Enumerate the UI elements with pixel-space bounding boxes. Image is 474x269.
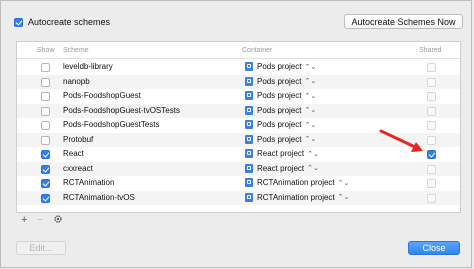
container-label: RCTAnimation project: [257, 192, 335, 202]
shared-checkbox[interactable]: [427, 92, 436, 101]
chevron-updown-icon: ⌃⌄: [304, 121, 317, 129]
scheme-name: leveldb-library: [63, 62, 113, 71]
column-header-scheme[interactable]: Scheme: [63, 47, 89, 54]
show-checkbox[interactable]: [41, 179, 50, 188]
container-label: Pods project: [257, 134, 302, 144]
project-icon: [245, 76, 253, 86]
table-row[interactable]: Pods-FoodshopGuest Pods project ⌃⌄: [17, 89, 460, 104]
scheme-name: Pods-FoodshopGuest: [63, 91, 141, 100]
project-icon: [245, 120, 253, 129]
annotation-arrow-icon: [379, 129, 423, 152]
table-row[interactable]: RCTAnimation RCTAnimation project ⌃⌄: [17, 176, 460, 191]
show-checkbox[interactable]: [41, 106, 50, 116]
chevron-updown-icon: ⌃⌄: [307, 165, 319, 172]
column-header-container[interactable]: Container: [242, 47, 272, 54]
scheme-name: React: [63, 149, 84, 158]
shared-checkbox[interactable]: [427, 193, 436, 203]
container-label: Pods project: [257, 76, 302, 86]
project-icon: [245, 163, 253, 173]
show-checkbox[interactable]: [41, 164, 50, 174]
shared-checkbox[interactable]: [427, 179, 436, 188]
chevron-updown-icon: ⌃⌄: [337, 194, 350, 201]
shared-checkbox[interactable]: [427, 106, 436, 116]
container-popup[interactable]: Pods project ⌃⌄: [245, 120, 316, 129]
manage-schemes-panel: Autocreate schemes Autocreate Schemes No…: [0, 0, 472, 268]
chevron-updown-icon: ⌃⌄: [307, 150, 319, 158]
scheme-name: Pods-FoodshopGuest-tvOSTests: [63, 105, 180, 115]
container-popup[interactable]: React project ⌃⌄: [245, 163, 319, 173]
container-popup[interactable]: Pods project ⌃⌄: [245, 76, 317, 86]
show-checkbox[interactable]: [41, 77, 50, 87]
chevron-updown-icon: ⌃⌄: [304, 63, 317, 71]
container-popup[interactable]: Pods project ⌃⌄: [245, 105, 317, 115]
shared-checkbox[interactable]: [427, 135, 436, 145]
container-popup[interactable]: React project ⌃⌄: [245, 149, 319, 158]
scheme-name: cxxreact: [63, 163, 93, 173]
scheme-name: RCTAnimation-tvOS: [63, 192, 135, 202]
autocreate-row: Autocreate schemes: [14, 15, 110, 29]
shared-checkbox[interactable]: [427, 150, 436, 159]
show-checkbox[interactable]: [41, 193, 50, 203]
container-label: Pods project: [257, 120, 302, 129]
chevron-updown-icon: ⌃⌄: [304, 78, 317, 85]
chevron-updown-icon: ⌃⌄: [337, 179, 350, 187]
table-row[interactable]: Pods-FoodshopGuest-tvOSTests Pods project…: [17, 103, 460, 118]
autocreate-label: Autocreate schemes: [28, 17, 111, 27]
scheme-name: Pods-FoodshopGuestTests: [63, 120, 160, 129]
scheme-name: Protobuf: [63, 134, 94, 144]
container-label: React project: [257, 149, 305, 158]
show-checkbox[interactable]: [41, 92, 50, 101]
edit-button[interactable]: Edit...: [16, 241, 66, 255]
project-icon: [245, 192, 253, 202]
scheme-name: nanopb: [63, 76, 90, 86]
project-icon: [245, 91, 253, 100]
table-toolbar: + −: [16, 213, 461, 229]
table-row[interactable]: nanopb Pods project ⌃⌄: [17, 74, 460, 89]
chevron-updown-icon: ⌃⌄: [304, 92, 317, 100]
scheme-name: RCTAnimation: [63, 178, 115, 187]
shared-checkbox[interactable]: [427, 164, 436, 174]
show-checkbox[interactable]: [41, 150, 50, 159]
project-icon: [245, 134, 253, 144]
container-popup[interactable]: Pods project ⌃⌄: [245, 134, 317, 144]
table-row[interactable]: cxxreact React project ⌃⌄: [17, 161, 460, 176]
project-icon: [245, 105, 253, 115]
project-icon: [245, 62, 253, 71]
container-label: Pods project: [257, 105, 302, 115]
remove-button[interactable]: −: [37, 214, 43, 226]
project-icon: [245, 149, 253, 158]
container-popup[interactable]: RCTAnimation project ⌃⌄: [245, 178, 349, 187]
show-checkbox[interactable]: [41, 135, 50, 145]
column-header-shared[interactable]: Shared: [419, 47, 442, 54]
shared-checkbox[interactable]: [427, 121, 436, 130]
show-checkbox[interactable]: [41, 63, 50, 72]
container-label: Pods project: [257, 62, 302, 71]
add-button[interactable]: +: [21, 214, 27, 226]
container-label: RCTAnimation project: [257, 178, 335, 187]
shared-checkbox[interactable]: [427, 63, 436, 72]
column-header-show[interactable]: Show: [37, 47, 55, 54]
close-button[interactable]: Close: [408, 241, 460, 255]
chevron-updown-icon: ⌃⌄: [304, 107, 317, 114]
table-row[interactable]: RCTAnimation-tvOS RCTAnimation project ⌃⌄: [17, 190, 460, 205]
shared-checkbox[interactable]: [427, 77, 436, 87]
show-checkbox[interactable]: [41, 121, 50, 130]
table-header: Show Scheme Container Shared: [17, 42, 460, 59]
autocreate-schemes-now-button[interactable]: Autocreate Schemes Now: [344, 14, 463, 29]
schemes-table: Show Scheme Container Shared leveldb-lib…: [16, 41, 461, 213]
autocreate-checkbox[interactable]: [14, 17, 23, 27]
container-popup[interactable]: Pods project ⌃⌄: [245, 62, 316, 71]
container-label: React project: [257, 163, 305, 173]
chevron-updown-icon: ⌃⌄: [304, 136, 317, 143]
gear-icon[interactable]: [53, 214, 63, 227]
container-label: Pods project: [257, 91, 302, 100]
project-icon: [245, 178, 253, 187]
table-row[interactable]: leveldb-library Pods project ⌃⌄: [17, 60, 460, 75]
container-popup[interactable]: Pods project ⌃⌄: [245, 91, 316, 100]
container-popup[interactable]: RCTAnimation project ⌃⌄: [245, 192, 350, 202]
